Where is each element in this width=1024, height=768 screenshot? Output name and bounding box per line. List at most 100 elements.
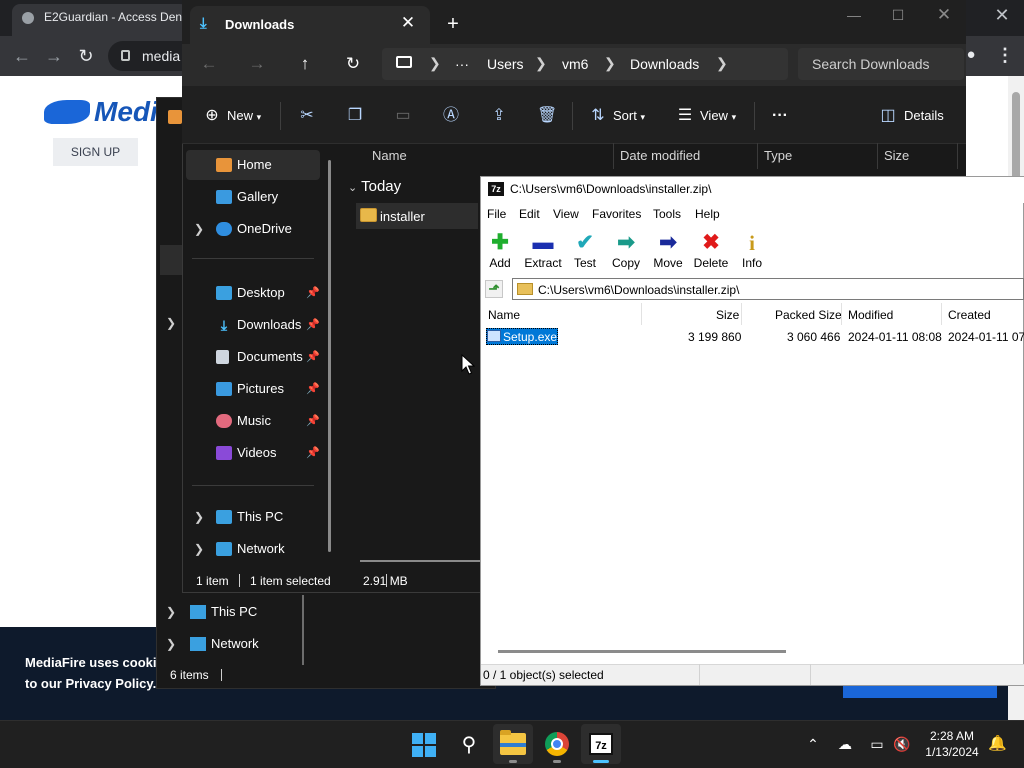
breadcrumb-more[interactable]: ··· xyxy=(455,56,469,72)
view-icon[interactable]: ☰ xyxy=(675,106,695,126)
add-button[interactable]: ✚ Add xyxy=(478,230,522,272)
menu-file[interactable]: File xyxy=(487,207,506,221)
chevron-down-icon[interactable]: ⌄ xyxy=(348,182,357,194)
chrome-tab[interactable]: E2Guardian - Access Denie xyxy=(12,4,188,36)
close-icon[interactable]: ✕ xyxy=(930,6,958,24)
view-button[interactable]: View ▾ xyxy=(700,106,736,126)
menu-tools[interactable]: Tools xyxy=(653,207,681,221)
close-tab-icon[interactable]: ✕ xyxy=(400,14,416,32)
breadcrumb-users[interactable]: Users xyxy=(487,56,524,72)
breadcrumb-downloads[interactable]: Downloads xyxy=(630,56,699,72)
explorer2-pane-divider[interactable] xyxy=(302,595,304,665)
chevron-right-icon[interactable]: ❯ xyxy=(194,214,204,244)
column-separator[interactable] xyxy=(757,143,758,169)
refresh-icon[interactable]: ↻ xyxy=(340,52,366,76)
copy-icon[interactable]: ❐ xyxy=(345,106,365,126)
notification-bell-icon[interactable]: 🔔 xyxy=(988,735,1007,753)
cookie-accept-button[interactable] xyxy=(843,684,997,698)
sevenzip-icon[interactable]: 7z xyxy=(589,733,613,755)
folder-up-icon[interactable]: ⬏ xyxy=(485,280,503,298)
cloud-offline-icon[interactable]: ☁ xyxy=(836,735,854,753)
chevron-right-icon[interactable]: ❯ xyxy=(535,55,547,72)
kebab-menu-icon[interactable]: ⋮ xyxy=(996,44,1014,66)
more-options-button[interactable]: ··· xyxy=(772,106,788,126)
nav-item-pictures[interactable]: Pictures 📌 xyxy=(186,374,320,404)
column-header-type[interactable]: Type xyxy=(764,148,792,163)
nav-item-onedrive[interactable]: ❯ OneDrive xyxy=(186,214,320,244)
reload-icon[interactable]: ↻ xyxy=(74,44,98,68)
new-tab-icon[interactable]: + xyxy=(444,14,462,34)
delete-button[interactable]: ✖ Delete xyxy=(689,230,733,272)
chevron-up-icon[interactable]: ⌃ xyxy=(804,735,822,753)
sevenzip-hscrollbar[interactable] xyxy=(498,650,786,653)
search-input[interactable]: Search Downloads xyxy=(798,48,964,80)
menu-view[interactable]: View xyxy=(553,207,579,221)
breadcrumb-vm6[interactable]: vm6 xyxy=(562,56,588,72)
group-header-today[interactable]: ⌄ Today xyxy=(348,178,401,195)
column-separator[interactable] xyxy=(613,143,614,169)
chevron-right-icon[interactable]: ❯ xyxy=(166,630,176,658)
delete-icon[interactable]: 🗑 xyxy=(537,106,557,126)
pin-icon[interactable]: 📌 xyxy=(306,406,320,436)
nav-item-thispc[interactable]: ❯ This PC xyxy=(186,502,320,532)
cut-icon[interactable]: ✂ xyxy=(297,106,317,126)
windows-start-icon[interactable] xyxy=(412,733,436,757)
chevron-right-icon[interactable]: ❯ xyxy=(716,55,728,72)
column-separator[interactable] xyxy=(957,143,958,169)
forward-arrow-icon[interactable]: → xyxy=(244,52,270,76)
content-scrollbar[interactable] xyxy=(360,560,480,562)
sz-column-modified[interactable]: Modified xyxy=(848,308,893,322)
file-name[interactable]: installer xyxy=(380,209,425,224)
column-header-date[interactable]: Date modified xyxy=(620,148,700,163)
explorer2-nav-thispc[interactable]: ❯ This PC xyxy=(166,598,306,626)
sort-button[interactable]: Sort ▾ xyxy=(613,106,645,126)
chrome-close-icon[interactable]: ✕ xyxy=(992,5,1012,25)
pin-icon[interactable]: 📌 xyxy=(306,278,320,308)
nav-item-gallery[interactable]: Gallery xyxy=(186,182,320,212)
test-button[interactable]: ✔ Test xyxy=(563,230,607,272)
column-separator[interactable] xyxy=(941,303,942,325)
pin-icon[interactable]: 📌 xyxy=(306,438,320,468)
menu-edit[interactable]: Edit xyxy=(519,207,540,221)
privacy-policy-link[interactable]: Privacy Policy xyxy=(65,676,152,691)
chevron-right-icon[interactable]: ❯ xyxy=(194,534,204,564)
column-header-size[interactable]: Size xyxy=(884,148,909,163)
maximize-icon[interactable]: ☐ xyxy=(884,6,912,24)
menu-favorites[interactable]: Favorites xyxy=(592,207,641,221)
sz-column-packed[interactable]: Packed Size xyxy=(775,308,842,322)
copy-button[interactable]: ➡ Copy xyxy=(604,230,648,272)
paste-icon[interactable]: ▭ xyxy=(393,106,413,126)
nav-pane-scrollbar[interactable] xyxy=(328,160,331,552)
sz-column-size[interactable]: Size xyxy=(716,308,739,322)
column-separator[interactable] xyxy=(741,303,742,325)
chevron-right-icon[interactable]: ❯ xyxy=(604,55,616,72)
up-arrow-icon[interactable]: ↑ xyxy=(292,52,318,76)
details-button[interactable]: Details xyxy=(904,106,944,126)
pin-icon[interactable]: 📌 xyxy=(306,374,320,404)
nav-item-documents[interactable]: Documents 📌 xyxy=(186,342,320,372)
chevron-right-icon[interactable]: ❯ xyxy=(166,598,176,626)
sz-column-created[interactable]: Created xyxy=(948,308,991,322)
new-button[interactable]: New ▾ xyxy=(227,106,261,126)
info-button[interactable]: i Info xyxy=(730,230,774,272)
column-header-name[interactable]: Name xyxy=(372,148,407,163)
share-icon[interactable]: ⇪ xyxy=(489,106,509,126)
back-arrow-icon[interactable]: ← xyxy=(10,44,34,68)
extract-button[interactable]: ▬ Extract xyxy=(521,230,565,272)
file-explorer-icon[interactable] xyxy=(500,730,526,755)
volume-muted-icon[interactable]: 🔇 xyxy=(893,735,911,753)
search-icon[interactable]: ⚲ xyxy=(457,733,481,757)
pin-icon[interactable]: 📌 xyxy=(306,342,320,372)
back-arrow-icon[interactable]: ← xyxy=(196,52,222,76)
sz-column-name[interactable]: Name xyxy=(488,308,520,322)
chevron-right-icon[interactable]: ❯ xyxy=(194,502,204,532)
minimize-icon[interactable]: — xyxy=(840,6,868,24)
pin-icon[interactable]: 📌 xyxy=(306,310,320,340)
nav-item-desktop[interactable]: Desktop 📌 xyxy=(186,278,320,308)
network-icon[interactable]: ▭ xyxy=(868,735,886,753)
move-button[interactable]: ➡ Move xyxy=(646,230,690,272)
explorer2-nav-network[interactable]: ❯ Network xyxy=(166,630,306,658)
explorer2-selected-nav[interactable] xyxy=(160,245,184,275)
plus-circle-icon[interactable]: ⊕ xyxy=(202,106,222,126)
column-separator[interactable] xyxy=(841,303,842,325)
